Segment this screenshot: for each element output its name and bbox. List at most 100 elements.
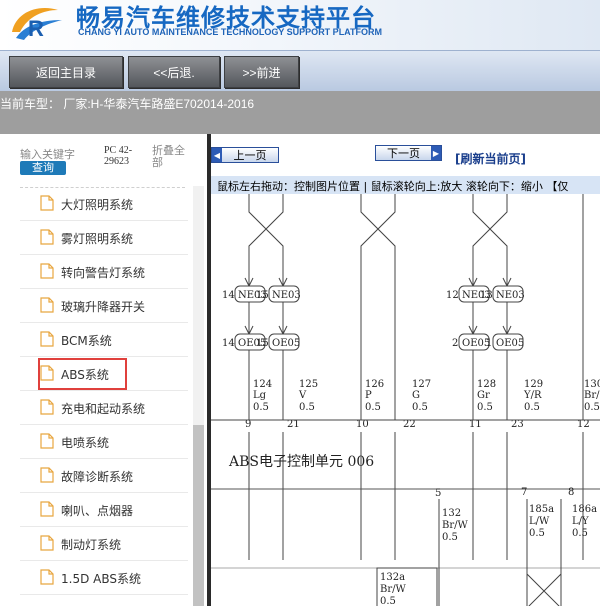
menu-item[interactable]: 大灯照明系统 <box>20 187 188 221</box>
model-bar: 当前车型： 厂家:H-华泰汽车路盛E702014-2016 <box>0 91 600 134</box>
pc-code: PC 42-29623 <box>104 145 133 167</box>
search-input[interactable]: 输入关键字 <box>20 146 75 162</box>
wire-color: Br/W <box>380 584 406 595</box>
wire-color: L/W <box>529 516 550 527</box>
hint-text: 鼠标左右拖动：控制图片位置 | 鼠标滚轮向上:放大 滚轮向下：缩小 【仅 <box>217 180 569 193</box>
next-page-label: 下一页 <box>387 147 420 160</box>
menu-item[interactable]: 转向警告灯系统 <box>20 255 188 289</box>
pin-number: 10 <box>356 419 369 430</box>
app-header: R 畅易汽车维修技术支持平台 CHANG YI AUTO MAINTENANCE… <box>0 0 600 50</box>
control-unit-label: ABS电子控制单元 006 <box>228 454 374 470</box>
menu-item[interactable]: 玻璃升降器开关 <box>20 289 188 323</box>
diagram-viewer[interactable]: ◀ 上一页 下一页 ▶ [刷新当前页] 鼠标左右拖动：控制图片位置 | 鼠标滚轮… <box>211 134 600 606</box>
wire-size: 0.5 <box>524 402 540 413</box>
arrow-left-icon: ◀ <box>212 148 222 162</box>
pin-number: 8 <box>568 487 574 498</box>
menu-item-label: 充电和起动系统 <box>61 402 146 416</box>
document-icon <box>40 535 54 551</box>
wire-number: 185a <box>529 504 554 515</box>
document-icon <box>40 569 54 585</box>
menu-item[interactable]: 1.5D ABS系统 <box>20 561 188 595</box>
prev-page-label: 上一页 <box>233 149 267 162</box>
wire-size: 0.5 <box>572 528 588 539</box>
connector-pin: 15 <box>256 338 269 349</box>
next-page-button[interactable]: 下一页 ▶ <box>375 145 442 161</box>
document-icon <box>40 433 54 449</box>
collapse-all-link[interactable]: 折叠全部 <box>152 145 192 169</box>
menu-item-label: BCM系统 <box>61 334 112 348</box>
wire-number: 125 <box>299 379 318 390</box>
query-button[interactable]: 查询 <box>20 161 66 175</box>
wire-number: 130 <box>584 379 600 390</box>
pin-number: 7 <box>521 487 527 498</box>
wire-size: 0.5 <box>299 402 315 413</box>
wiring-diagram: 14 NE03 15 NE03 12 NE03 13 NE03 14 OE05 … <box>211 194 600 606</box>
menu-item-selected[interactable]: ABS系统 <box>20 357 188 391</box>
wire-color: Br/W <box>442 520 468 531</box>
viewer-toolbar: ◀ 上一页 下一页 ▶ [刷新当前页] <box>211 134 600 176</box>
document-icon <box>40 331 54 347</box>
pin-number: 5 <box>435 488 441 499</box>
wire-size: 0.5 <box>477 402 493 413</box>
search-area: 输入关键字 查询 PC 42-29623 折叠全部 <box>20 143 195 191</box>
home-button[interactable]: 返回主目录 <box>9 56 123 88</box>
wire-number: 132a <box>380 572 405 583</box>
document-icon <box>40 263 54 279</box>
connector-pin: 14 <box>222 338 235 349</box>
sidebar-scroll-thumb[interactable] <box>193 425 204 606</box>
menu-item-label: 电喷系统 <box>61 436 110 450</box>
wire-cross <box>248 194 284 258</box>
connector-pin: 2 <box>452 338 458 349</box>
wire-color: Y/R <box>523 390 542 401</box>
hint-bar: 鼠标左右拖动：控制图片位置 | 鼠标滚轮向上:放大 滚轮向下：缩小 【仅 <box>211 176 600 194</box>
connector-code: OE05 <box>272 338 300 349</box>
menu-item[interactable]: 充电和起动系统 <box>20 391 188 425</box>
wire-number: 127 <box>412 379 431 390</box>
connector-pin: 1 <box>486 338 492 349</box>
document-icon <box>40 399 54 415</box>
document-icon <box>40 467 54 483</box>
menu-item[interactable]: 电喷系统 <box>20 425 188 459</box>
current-model-text: 当前车型： 厂家:H-华泰汽车路盛E702014-2016 <box>0 97 255 111</box>
wire-number: 124 <box>253 379 272 390</box>
connector-pin: 13 <box>480 290 493 301</box>
connector-pin: 14 <box>222 290 235 301</box>
wire-color: V <box>298 390 307 401</box>
document-icon <box>40 501 54 517</box>
refresh-page-link[interactable]: [刷新当前页] <box>455 150 526 167</box>
connector-code: NE03 <box>272 290 301 301</box>
wire-size: 0.5 <box>412 402 428 413</box>
wire-number: 186a <box>572 504 597 515</box>
wire-color: L/Y <box>572 516 589 527</box>
menu-item[interactable]: 故障诊断系统 <box>20 459 188 493</box>
connector-code: OE05 <box>496 338 524 349</box>
wire-number: 126 <box>365 379 384 390</box>
menu-item-label: 制动灯系统 <box>61 538 122 552</box>
pin-number: 12 <box>577 419 590 430</box>
menu-item[interactable]: 制动灯系统 <box>20 527 188 561</box>
wire-number: 128 <box>477 379 496 390</box>
pin-number: 23 <box>511 419 524 430</box>
pin-number: 11 <box>469 419 482 430</box>
document-icon <box>40 365 54 381</box>
wire-number: 132 <box>442 508 461 519</box>
wire-cross <box>472 194 508 258</box>
wire-cross <box>360 194 396 258</box>
arrow-right-icon: ▶ <box>431 146 441 160</box>
svg-text:R: R <box>28 16 44 41</box>
menu-item[interactable]: 喇叭、点烟器 <box>20 493 188 527</box>
prev-page-button[interactable]: ◀ 上一页 <box>211 147 279 163</box>
forward-button[interactable]: >>前进 <box>224 56 299 88</box>
menu-item-label: 故障诊断系统 <box>61 470 134 484</box>
wire-color: Gr <box>477 390 490 401</box>
wire-size: 0.5 <box>529 528 545 539</box>
document-icon <box>40 297 54 313</box>
menu-item[interactable]: 雾灯照明系统 <box>20 221 188 255</box>
menu-item-label: 转向警告灯系统 <box>61 266 146 280</box>
menu-item-label: 雾灯照明系统 <box>61 232 134 246</box>
menu-item-label: 喇叭、点烟器 <box>61 504 134 518</box>
connector-pin: 15 <box>256 290 269 301</box>
brand-title-en: CHANG YI AUTO MAINTENANCE TECHNOLOGY SUP… <box>78 27 383 37</box>
back-button[interactable]: <<后退. <box>128 56 220 88</box>
menu-item[interactable]: BCM系统 <box>20 323 188 357</box>
